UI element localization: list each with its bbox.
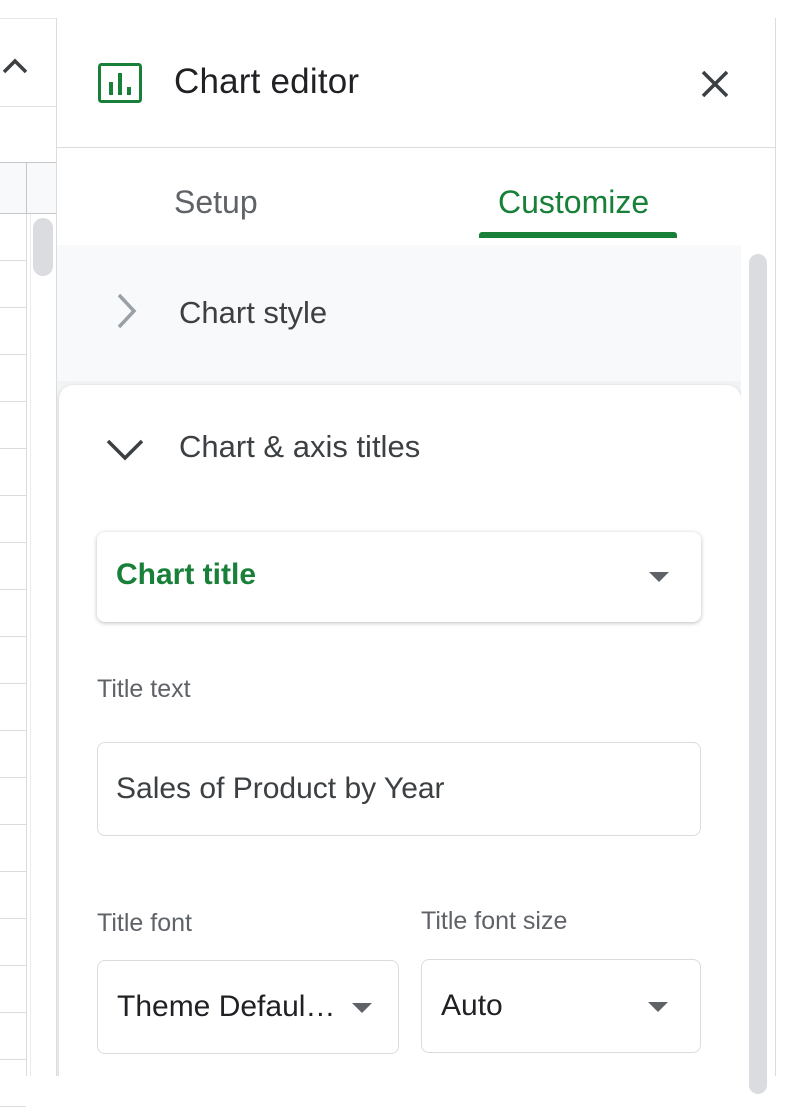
strip-divider <box>0 106 56 107</box>
title-font-select[interactable]: Theme Defaul… <box>97 960 399 1054</box>
section-chart-style[interactable]: Chart style <box>57 245 741 381</box>
column-header[interactable] <box>0 162 56 214</box>
title-font-label: Title font <box>97 909 192 937</box>
collapse-toolbar-button[interactable] <box>0 48 34 84</box>
title-font-size-select[interactable]: Auto <box>421 959 701 1053</box>
dropdown-caret-icon <box>649 572 669 582</box>
chevron-down-icon[interactable] <box>105 437 145 463</box>
title-font-size-label: Title font size <box>421 907 568 935</box>
tab-setup[interactable]: Setup <box>174 184 258 221</box>
panel-header: Chart editor <box>57 18 775 148</box>
section-title-chart-style: Chart style <box>179 295 328 330</box>
grid-column-line <box>30 214 31 1076</box>
grid-rows[interactable] <box>0 214 26 1107</box>
chart-editor-panel: Chart editor Setup Customize Chart style… <box>56 18 776 1094</box>
active-tab-indicator <box>479 232 677 238</box>
chevron-right-icon <box>117 293 137 329</box>
sheet-scrollbar-thumb[interactable] <box>33 218 53 276</box>
title-type-selected: Chart title <box>116 558 257 591</box>
title-type-dropdown[interactable]: Chart title <box>97 532 701 622</box>
dropdown-caret-icon <box>648 1002 668 1012</box>
close-button[interactable] <box>697 66 733 102</box>
title-text-input[interactable] <box>97 742 701 836</box>
editor-tabs: Setup Customize <box>57 148 775 240</box>
dropdown-caret-icon <box>352 1003 372 1013</box>
section-chart-axis-titles: Chart & axis titles Chart title Title te… <box>59 385 741 1076</box>
section-title-chart-axis-titles: Chart & axis titles <box>179 429 421 464</box>
close-icon <box>701 70 729 98</box>
grid-column-line <box>26 214 27 1076</box>
chevron-up-icon <box>2 58 28 74</box>
chart-icon <box>98 63 142 103</box>
title-text-label: Title text <box>97 675 191 703</box>
customize-content: Chart style Chart & axis titles Chart ti… <box>57 245 741 1076</box>
title-font-value: Theme Defaul… <box>117 990 336 1023</box>
panel-scrollbar[interactable] <box>749 254 767 1094</box>
panel-title: Chart editor <box>174 62 360 101</box>
tab-customize[interactable]: Customize <box>498 184 649 221</box>
spreadsheet-area <box>0 0 220 1107</box>
title-font-size-value: Auto <box>441 989 503 1022</box>
